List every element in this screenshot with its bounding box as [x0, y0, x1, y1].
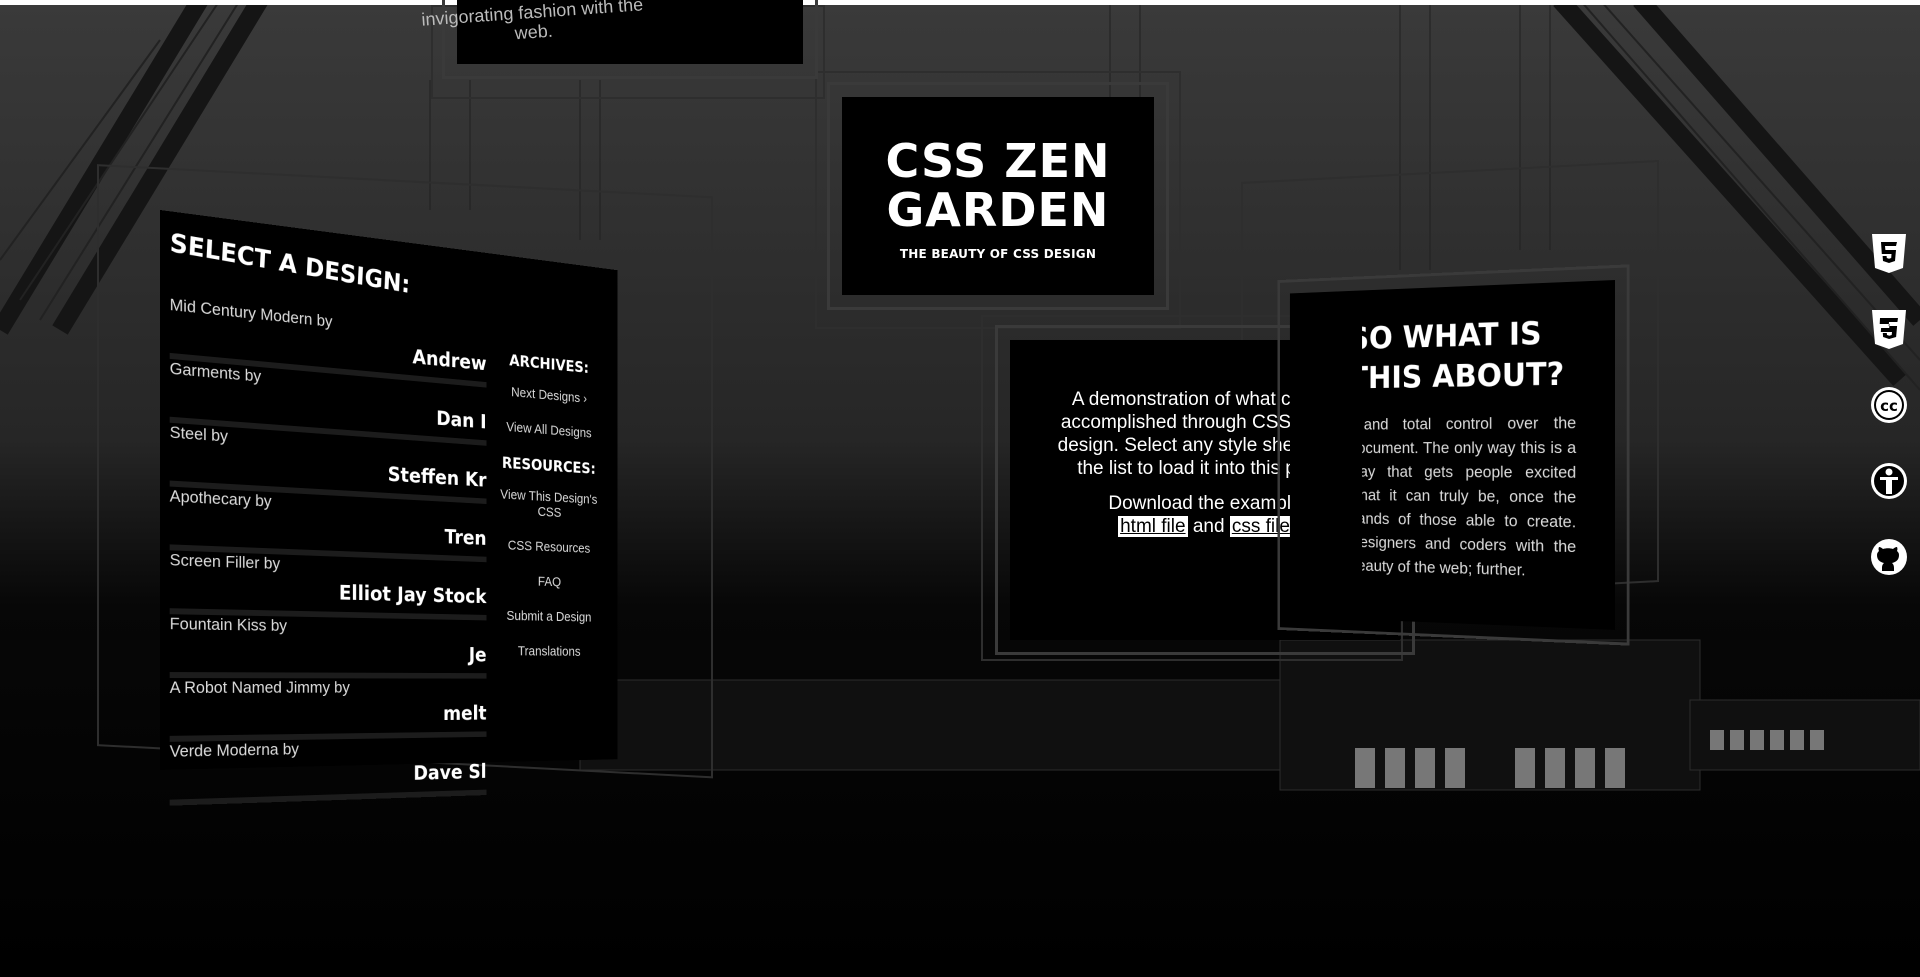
about-heading: SO WHAT IS THIS ABOUT? [1349, 314, 1565, 396]
top-edge-strip [0, 0, 1920, 5]
design-author[interactable]: Dave Sl [413, 760, 486, 784]
html5-icon[interactable] [1868, 232, 1910, 274]
submit-design-link[interactable]: Submit a Design [499, 608, 599, 625]
select-design-panel: SELECT A DESIGN: Mid Century Modern by A… [160, 210, 618, 806]
design-item[interactable]: A Robot Named Jimmy by melt [169, 678, 487, 742]
design-name[interactable]: Mid Century Modern by [170, 295, 333, 332]
resources-heading: RESOURCES: [501, 454, 596, 479]
css-resources-link[interactable]: CSS Resources [499, 537, 599, 557]
design-author[interactable]: Dan I [436, 407, 486, 433]
top-sign: invigorating fashion with the web. [421, 0, 818, 79]
design-item[interactable]: Verde Moderna by Dave Sl [169, 736, 487, 806]
page-subtitle: THE BEAUTY OF CSS DESIGN [899, 247, 1097, 261]
and-text: and [1192, 516, 1225, 537]
icon-column: cc [1868, 232, 1910, 612]
about-panel: SO WHAT IS THIS ABOUT? …and total contro… [1276, 265, 1629, 645]
design-list: Mid Century Modern by Andrew Garments by… [169, 295, 487, 806]
css3-icon[interactable] [1868, 308, 1910, 350]
view-css-link[interactable]: View This Design's CSS [499, 487, 599, 523]
creative-commons-icon[interactable]: cc [1868, 384, 1910, 426]
design-name[interactable]: Steel by [170, 423, 228, 447]
design-name[interactable]: A Robot Named Jimmy by [170, 678, 350, 698]
page-title: CSS ZEN GARDEN [885, 134, 1111, 237]
design-author[interactable]: melt [443, 702, 486, 724]
accessibility-icon[interactable] [1868, 460, 1910, 502]
design-name[interactable]: Fountain Kiss by [170, 614, 287, 636]
top-sign-text: invigorating fashion with the web. [420, 0, 644, 44]
design-name[interactable]: Screen Filler by [170, 550, 280, 573]
faq-link[interactable]: FAQ [499, 573, 599, 591]
html-file-link[interactable]: html file [1118, 516, 1188, 537]
view-all-designs-link[interactable]: View All Designs [499, 419, 599, 442]
design-name[interactable]: Verde Moderna by [170, 740, 299, 762]
select-design-heading: SELECT A DESIGN: [169, 228, 411, 300]
design-author[interactable]: Steffen Kr [388, 463, 487, 491]
about-panel-overlap [1336, 290, 1363, 620]
github-icon[interactable] [1868, 536, 1910, 578]
design-item[interactable]: Fountain Kiss by Je [169, 614, 487, 679]
title-sign: CSS ZEN GARDEN THE BEAUTY OF CSS DESIGN [827, 82, 1169, 310]
design-author[interactable]: Elliot Jay Stock [339, 581, 487, 607]
css-file-link[interactable]: css file [1229, 516, 1292, 537]
svg-text:cc: cc [1880, 397, 1898, 415]
design-author[interactable]: Andrew [412, 346, 486, 375]
design-author[interactable]: Je [469, 644, 487, 666]
design-item[interactable]: Screen Filler by Elliot Jay Stock [169, 550, 487, 621]
download-prefix: Download the example [1108, 493, 1302, 514]
side-nav: ARCHIVES: Next Designs › View All Design… [499, 342, 599, 679]
next-designs-link[interactable]: Next Designs › [499, 383, 599, 407]
archives-heading: ARCHIVES: [509, 351, 589, 378]
translations-link[interactable]: Translations [499, 643, 599, 660]
about-text: …and total control over the document. Th… [1349, 413, 1577, 580]
design-author[interactable]: Tren [445, 526, 487, 550]
